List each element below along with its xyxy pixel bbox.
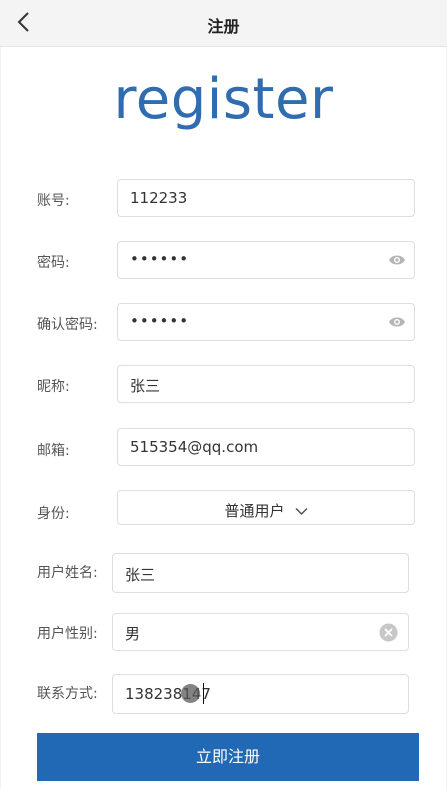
top-bar: 注册 xyxy=(0,0,447,47)
real-name-value: 张三 xyxy=(125,566,156,584)
clear-icon[interactable] xyxy=(379,623,398,642)
identity-value: 普通用户 xyxy=(224,502,285,520)
confirm-password-label: 确认密码: xyxy=(37,317,98,333)
phone-input[interactable]: 138238147 xyxy=(112,674,409,714)
page-title: 注册 xyxy=(207,17,240,36)
password-value: •••••• xyxy=(130,250,190,268)
password-input[interactable]: •••••• xyxy=(117,241,415,279)
gender-label: 用户性别: xyxy=(37,626,98,642)
eye-icon[interactable] xyxy=(388,315,406,329)
nickname-input[interactable]: 张三 xyxy=(117,365,415,403)
register-logo: register xyxy=(113,67,334,132)
account-label: 账号: xyxy=(37,193,70,209)
register-form: register 账号: 112233 密码: •••••• 确认密码: •••… xyxy=(1,47,446,789)
touch-indicator xyxy=(181,684,200,703)
real-name-input[interactable]: 张三 xyxy=(112,553,409,593)
gender-input[interactable]: 男 xyxy=(112,613,409,651)
gender-value: 男 xyxy=(125,625,141,643)
real-name-label: 用户姓名: xyxy=(37,565,98,581)
phone-label: 联系方式: xyxy=(37,686,98,702)
register-button[interactable]: 立即注册 xyxy=(37,733,419,781)
text-caret xyxy=(203,683,204,704)
email-label: 邮箱: xyxy=(37,443,70,459)
nickname-value: 张三 xyxy=(130,377,161,395)
confirm-password-input[interactable]: •••••• xyxy=(117,303,415,341)
password-label: 密码: xyxy=(37,255,70,271)
account-value: 112233 xyxy=(130,189,188,207)
eye-icon[interactable] xyxy=(388,253,406,267)
email-input[interactable]: 515354@qq.com xyxy=(117,428,415,466)
chevron-down-icon xyxy=(294,507,308,516)
email-value: 515354@qq.com xyxy=(130,438,259,456)
nickname-label: 昵称: xyxy=(37,379,70,395)
confirm-password-value: •••••• xyxy=(130,312,190,330)
identity-select[interactable]: 普通用户 xyxy=(117,490,415,525)
account-input[interactable]: 112233 xyxy=(117,179,415,217)
identity-label: 身份: xyxy=(37,506,70,522)
